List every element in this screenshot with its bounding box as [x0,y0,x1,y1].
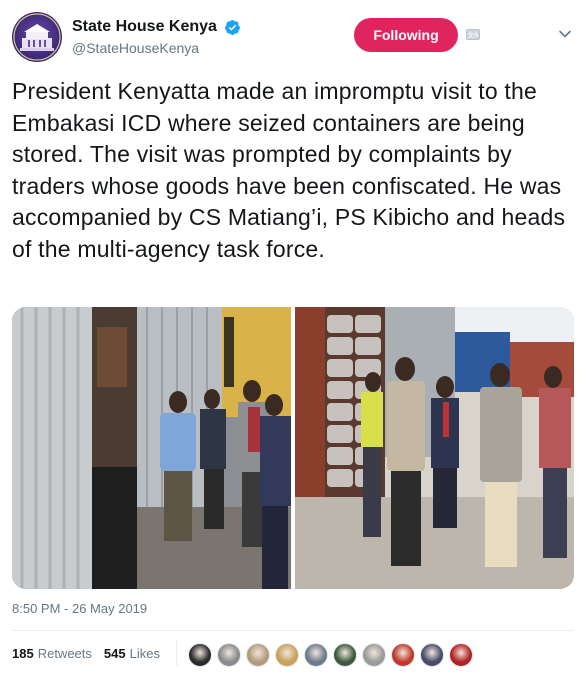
liker-avatar[interactable] [449,643,473,667]
tweet-photo-2[interactable] [295,307,574,589]
verified-badge-icon [225,19,241,35]
liker-avatar[interactable] [217,643,241,667]
account-handle[interactable]: @StateHouseKenya [72,40,241,56]
display-name[interactable]: State House Kenya [72,18,217,36]
retweets-count: 185 [12,646,34,661]
tweet-stats: 185 Retweets 545 Likes [12,646,172,661]
chevron-down-icon[interactable] [558,27,572,41]
photo-seized-goods [295,307,574,589]
likes-label: Likes [129,646,160,661]
photo-container-inspection [12,307,291,589]
liker-avatar[interactable] [362,643,386,667]
following-button[interactable]: Following [354,18,458,52]
likes-count: 545 [103,646,126,661]
account-avatar[interactable] [12,12,62,62]
tweet-timestamp[interactable]: 8:50 PM - 26 May 2019 [12,601,147,616]
liker-avatar[interactable] [391,643,415,667]
likes-stat[interactable]: 545 Likes [104,646,160,661]
tweet-photo-1[interactable] [12,307,291,589]
liker-avatar[interactable] [333,643,357,667]
divider [12,630,574,631]
account-identity: State House Kenya @StateHouseKenya [72,18,241,56]
translate-icon[interactable]: 文A [466,29,480,40]
retweets-stat[interactable]: 185 Retweets [12,646,92,661]
stats-separator [176,640,177,666]
tweet-media[interactable] [12,307,574,589]
liker-avatars [188,643,478,667]
state-house-logo-icon [13,13,61,61]
tweet-text: President Kenyatta made an impromptu vis… [12,78,566,262]
tweet-header: State House Kenya @StateHouseKenya Follo… [12,12,574,64]
liker-avatar[interactable] [275,643,299,667]
liker-avatar[interactable] [188,643,212,667]
liker-avatar[interactable] [304,643,328,667]
retweets-label: Retweets [37,646,92,661]
liker-avatar[interactable] [420,643,444,667]
liker-avatar[interactable] [246,643,270,667]
svg-text:文A: 文A [468,30,480,39]
